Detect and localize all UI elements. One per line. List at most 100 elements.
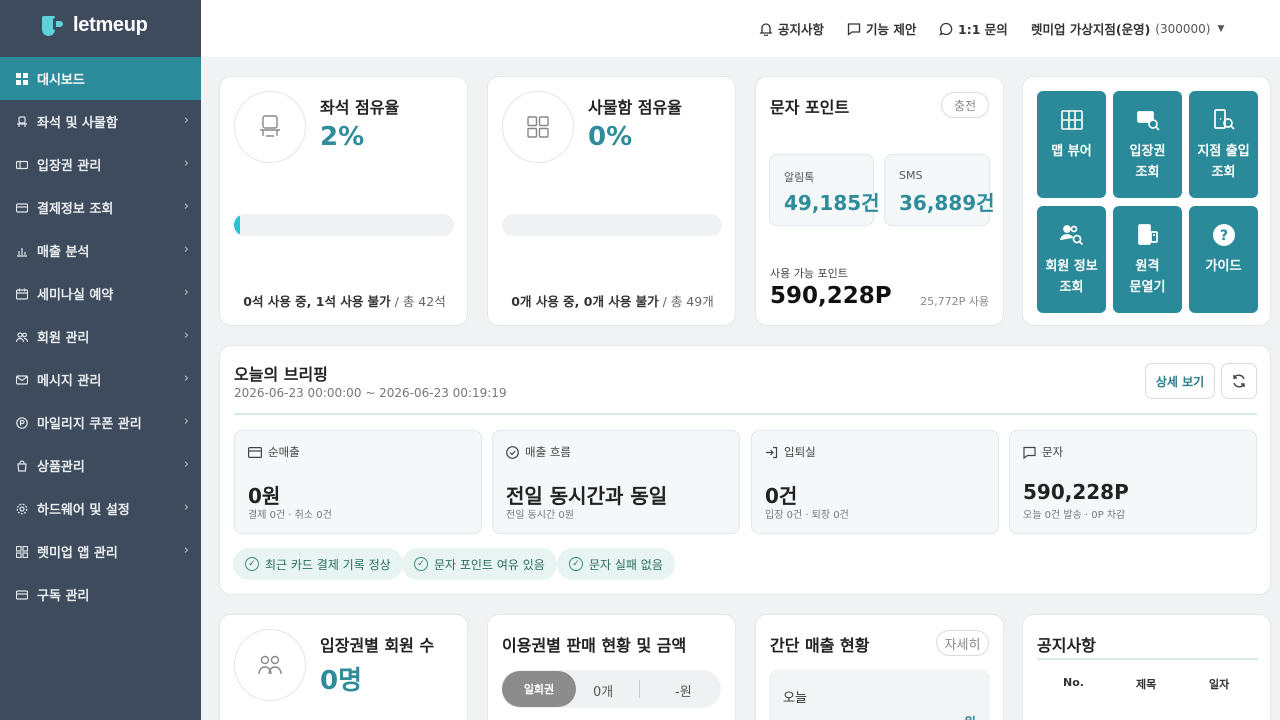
locker-summary: 0개 사용 중, 0개 사용 불가 / 총 49개 [488, 291, 737, 310]
sidebar-item-payments[interactable]: 결제정보 조회 › [0, 186, 201, 229]
sidebar-item-label: 구독 관리 [37, 589, 90, 604]
sidebar: letmeup 대시보드 좌석 및 사물함 › 입장권 관리 › 결제정보 조회… [0, 0, 201, 720]
sidebar-item-products[interactable]: 상품관리 › [0, 444, 201, 487]
remote-door-icon [1135, 222, 1161, 248]
chevron-right-icon: › [183, 500, 189, 515]
check-icon: ✓ [569, 557, 583, 571]
divider [234, 413, 1257, 415]
notice-link[interactable]: 공지사항 [759, 19, 824, 38]
sidebar-item-mileage[interactable]: 마일리지 쿠폰 관리 › [0, 401, 201, 444]
seat-summary: 0석 사용 중, 1석 사용 불가 / 총 42석 [220, 291, 469, 310]
bar-chart-icon [16, 245, 28, 257]
chevron-right-icon: › [183, 113, 189, 128]
map-icon [1059, 107, 1085, 133]
sidebar-item-seminar[interactable]: 세미나실 예약 › [0, 272, 201, 315]
dashboard-icon [16, 72, 28, 85]
chevron-right-icon: › [183, 457, 189, 472]
locker-progress-bar [502, 214, 722, 236]
quick-label-2: 조회 [1135, 165, 1160, 180]
locker-percent: 0% [588, 122, 633, 152]
card-icon [16, 589, 28, 601]
svg-text:?: ? [1219, 228, 1227, 244]
seat-occupancy-card: 좌석 점유율 2% 0석 사용 중, 1석 사용 불가 / 총 42석 [219, 76, 468, 326]
simple-detail-button[interactable]: 자세히 [936, 630, 989, 656]
sidebar-item-sales[interactable]: 매출 분석 › [0, 229, 201, 272]
chevron-right-icon: › [183, 285, 189, 300]
logo-mark-icon [42, 15, 68, 36]
locker-icon [502, 91, 574, 163]
alimtalk-value: 49,185건 [784, 191, 880, 215]
tab-one-time[interactable]: 일회권 [502, 671, 576, 707]
member-search-button[interactable]: 회원 정보 조회 [1037, 206, 1106, 313]
sidebar-item-members[interactable]: 회원 관리 › [0, 315, 201, 358]
access-log-button[interactable]: 지점 출입 조회 [1189, 91, 1258, 198]
sidebar-item-seats[interactable]: 좌석 및 사물함 › [0, 100, 201, 143]
net-sales-value: 0원 [248, 484, 281, 508]
sidebar-item-messages[interactable]: 메시지 관리 › [0, 358, 201, 401]
sales-flow-label-text: 매출 흐름 [525, 445, 571, 459]
sidebar-item-label: 세미나실 예약 [37, 288, 114, 303]
top-header: 공지사항 기능 제안 1:1 문의 렛미업 가상지점(운영) (300000) … [201, 0, 1280, 57]
message-card: 문자 590,228P 오늘 0건 발송 · 0P 차감 [1009, 430, 1257, 534]
charge-button[interactable]: 충전 [941, 92, 989, 118]
guide-button[interactable]: ? 가이드 [1189, 206, 1258, 313]
quick-label: 회원 정보 [1045, 259, 1098, 274]
ticket-search-button[interactable]: 입장권 조회 [1113, 91, 1182, 198]
entry-exit-value: 0건 [765, 484, 798, 508]
sidebar-item-label: 매출 분석 [37, 245, 90, 260]
inquiry-link[interactable]: 1:1 문의 [939, 19, 1008, 38]
login-icon [766, 446, 778, 458]
sidebar-item-subscription[interactable]: 구독 관리 [0, 573, 201, 616]
quick-label-2: 조회 [1211, 165, 1236, 180]
seat-progress-bar [234, 214, 454, 236]
seat-icon [16, 115, 28, 128]
chip-label: 최근 카드 결제 기록 정상 [265, 557, 391, 572]
refresh-button[interactable] [1221, 363, 1257, 399]
seat-icon [234, 91, 306, 163]
members-value: 0명 [320, 666, 363, 696]
sidebar-item-dashboard[interactable]: 대시보드 [0, 57, 201, 100]
sales-flow-label: 매출 흐름 [506, 444, 571, 460]
alimtalk-label: 알림톡 [784, 171, 815, 184]
check-circle-icon [506, 445, 519, 459]
divider [1037, 658, 1258, 660]
sales-amount: -원 [675, 685, 692, 700]
map-viewer-button[interactable]: 맵 뷰어 [1037, 91, 1106, 198]
branch-name: 렛미업 가상지점(운영) [1031, 22, 1151, 37]
seat-percent: 2% [320, 122, 365, 152]
sidebar-item-label: 마일리지 쿠폰 관리 [37, 417, 142, 432]
today-label: 오늘 [783, 691, 807, 706]
sms-box: SMS 36,889건 [884, 154, 995, 226]
sidebar-item-hardware[interactable]: 하드웨어 및 설정 › [0, 487, 201, 530]
quick-label-2: 조회 [1059, 280, 1084, 295]
today-amount: -원 [959, 712, 976, 720]
net-sales-label-text: 순매출 [268, 445, 300, 459]
sidebar-item-label: 대시보드 [37, 73, 85, 88]
remote-door-button[interactable]: 원격 문열기 [1113, 206, 1182, 313]
message-label-text: 문자 [1042, 445, 1064, 459]
notice-card: 공지사항 No. 제목 일자 [1022, 614, 1271, 720]
chevron-right-icon: › [183, 328, 189, 343]
branch-selector[interactable]: 렛미업 가상지점(운영) (300000) ▼ [1031, 19, 1224, 38]
detail-button[interactable]: 상세 보기 [1145, 363, 1215, 399]
sidebar-item-app[interactable]: 렛미업 앱 관리 › [0, 530, 201, 573]
suggest-link[interactable]: 기능 제안 [847, 19, 916, 38]
chat-icon [939, 22, 953, 36]
briefing-title: 오늘의 브리핑 [234, 365, 328, 384]
quick-label: 가이드 [1205, 259, 1242, 274]
users-icon [234, 629, 306, 701]
sidebar-item-label: 입장권 관리 [37, 159, 102, 174]
ticket-members-card: 입장권별 회원 수 0명 [219, 614, 468, 720]
sidebar-item-label: 결제정보 조회 [37, 202, 114, 217]
brand-logo[interactable]: letmeup [42, 14, 148, 37]
entry-exit-label-text: 입퇴실 [784, 445, 816, 459]
sidebar-item-tickets[interactable]: 입장권 관리 › [0, 143, 201, 186]
card-icon [16, 202, 28, 214]
user-search-icon [1059, 222, 1085, 248]
quick-label: 입장권 [1129, 144, 1166, 159]
message-label: 문자 [1023, 444, 1063, 460]
bell-icon [759, 22, 773, 36]
seat-progress-fill [234, 214, 240, 236]
help-icon: ? [1211, 222, 1237, 248]
sales-flow-card: 매출 흐름 전일 동시간과 동일 전일 동시간 0원 [492, 430, 740, 534]
